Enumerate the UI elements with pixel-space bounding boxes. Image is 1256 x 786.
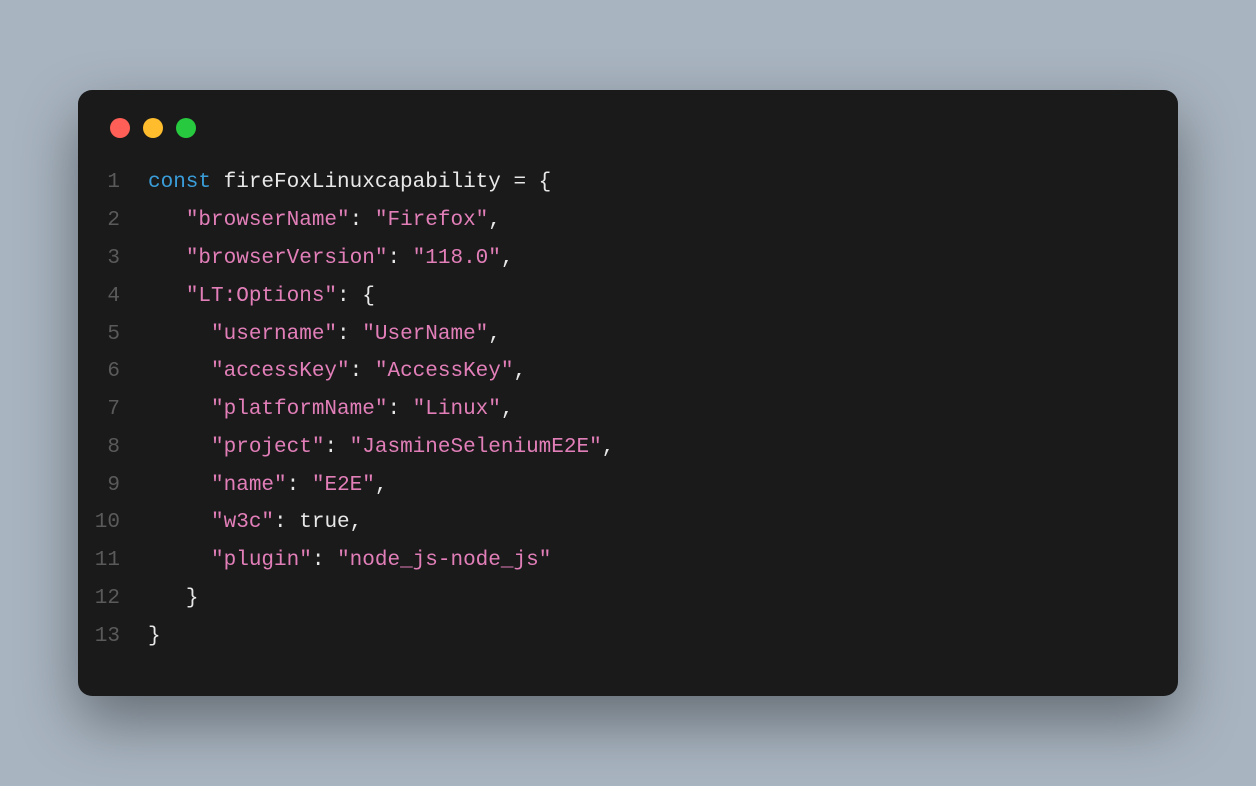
- token-punct: ,: [602, 436, 615, 459]
- token-str: "Linux": [413, 398, 501, 421]
- token-str: "browserName": [186, 209, 350, 232]
- code-line: 5 "username": "UserName",: [78, 316, 1178, 354]
- code-line: 12 }: [78, 580, 1178, 618]
- line-number: 8: [78, 429, 148, 467]
- line-content: "LT:Options": {: [148, 278, 375, 316]
- code-line: 4 "LT:Options": {: [78, 278, 1178, 316]
- token-punct: ,: [501, 247, 514, 270]
- token-str: "browserVersion": [186, 247, 388, 270]
- code-window: 1const fireFoxLinuxcapability = {2 "brow…: [78, 90, 1178, 695]
- code-line: 9 "name": "E2E",: [78, 467, 1178, 505]
- code-line: 8 "project": "JasmineSeleniumE2E",: [78, 429, 1178, 467]
- line-content: "platformName": "Linux",: [148, 391, 514, 429]
- code-line: 13}: [78, 618, 1178, 656]
- token-punct: ,: [350, 511, 363, 534]
- token-punct: :: [274, 511, 299, 534]
- token-punct: }: [148, 625, 161, 648]
- token-str: "w3c": [211, 511, 274, 534]
- line-content: }: [148, 618, 161, 656]
- line-number: 3: [78, 240, 148, 278]
- token-str: "Firefox": [375, 209, 488, 232]
- maximize-button[interactable]: [176, 118, 196, 138]
- line-content: "accessKey": "AccessKey",: [148, 353, 526, 391]
- minimize-button[interactable]: [143, 118, 163, 138]
- token-str: "platformName": [211, 398, 387, 421]
- line-number: 9: [78, 467, 148, 505]
- line-number: 6: [78, 353, 148, 391]
- line-content: "name": "E2E",: [148, 467, 387, 505]
- line-number: 1: [78, 164, 148, 202]
- token-punct: ,: [488, 323, 501, 346]
- line-number: 5: [78, 316, 148, 354]
- token-str: "accessKey": [211, 360, 350, 383]
- token-punct: :: [350, 360, 375, 383]
- token-str: "AccessKey": [375, 360, 514, 383]
- token-punct: :: [350, 209, 375, 232]
- line-number: 2: [78, 202, 148, 240]
- token-punct: :: [324, 436, 349, 459]
- code-editor[interactable]: 1const fireFoxLinuxcapability = {2 "brow…: [78, 164, 1178, 655]
- code-line: 10 "w3c": true,: [78, 504, 1178, 542]
- token-punct: :: [337, 323, 362, 346]
- code-line: 1const fireFoxLinuxcapability = {: [78, 164, 1178, 202]
- line-number: 7: [78, 391, 148, 429]
- code-line: 2 "browserName": "Firefox",: [78, 202, 1178, 240]
- close-button[interactable]: [110, 118, 130, 138]
- token-punct: :: [312, 549, 337, 572]
- line-number: 4: [78, 278, 148, 316]
- token-str: "E2E": [312, 474, 375, 497]
- line-content: const fireFoxLinuxcapability = {: [148, 164, 551, 202]
- token-punct: ,: [513, 360, 526, 383]
- token-punct: ,: [501, 398, 514, 421]
- token-str: "plugin": [211, 549, 312, 572]
- line-content: }: [148, 580, 198, 618]
- line-content: "project": "JasmineSeleniumE2E",: [148, 429, 614, 467]
- token-str: "LT:Options": [186, 285, 337, 308]
- token-str: "UserName": [362, 323, 488, 346]
- code-line: 3 "browserVersion": "118.0",: [78, 240, 1178, 278]
- code-line: 6 "accessKey": "AccessKey",: [78, 353, 1178, 391]
- line-number: 12: [78, 580, 148, 618]
- token-punct: : {: [337, 285, 375, 308]
- token-punct: = {: [501, 171, 551, 194]
- line-number: 10: [78, 504, 148, 542]
- token-str: "JasmineSeleniumE2E": [350, 436, 602, 459]
- code-line: 7 "platformName": "Linux",: [78, 391, 1178, 429]
- token-bool: true: [299, 511, 349, 534]
- token-str: "name": [211, 474, 287, 497]
- line-content: "browserVersion": "118.0",: [148, 240, 514, 278]
- token-str: "username": [211, 323, 337, 346]
- token-str: "118.0": [413, 247, 501, 270]
- token-str: "project": [211, 436, 324, 459]
- line-content: "plugin": "node_js-node_js": [148, 542, 551, 580]
- token-punct: ,: [488, 209, 501, 232]
- line-content: "w3c": true,: [148, 504, 362, 542]
- token-str: "node_js-node_js": [337, 549, 551, 572]
- token-punct: :: [387, 247, 412, 270]
- window-controls: [78, 118, 1178, 138]
- line-content: "username": "UserName",: [148, 316, 501, 354]
- token-punct: }: [186, 587, 199, 610]
- token-ident: fireFoxLinuxcapability: [224, 171, 501, 194]
- line-number: 11: [78, 542, 148, 580]
- token-punct: :: [387, 398, 412, 421]
- token-punct: [211, 171, 224, 194]
- line-number: 13: [78, 618, 148, 656]
- token-kw: const: [148, 171, 211, 194]
- token-punct: ,: [375, 474, 388, 497]
- code-line: 11 "plugin": "node_js-node_js": [78, 542, 1178, 580]
- token-punct: :: [287, 474, 312, 497]
- line-content: "browserName": "Firefox",: [148, 202, 501, 240]
